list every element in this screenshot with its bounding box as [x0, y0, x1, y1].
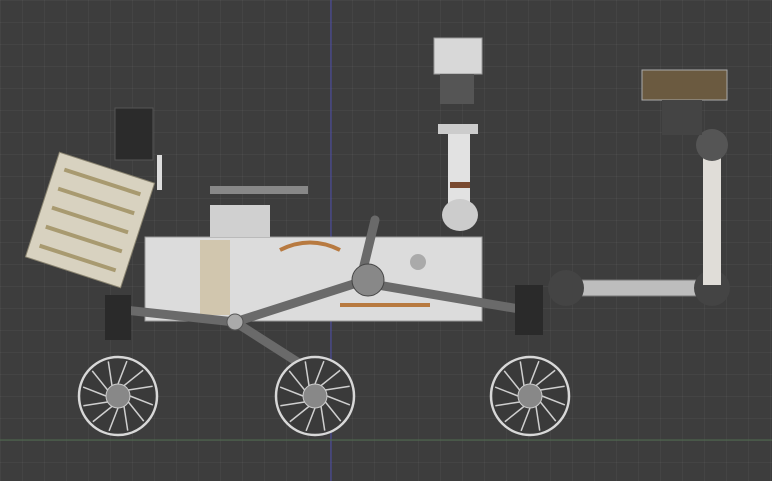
3d-viewport[interactable]	[0, 0, 772, 481]
rtg-panel	[24, 151, 156, 289]
robotic-arm	[548, 69, 730, 306]
viewport-scene	[0, 0, 772, 481]
mast	[433, 37, 483, 231]
antenna	[114, 107, 154, 161]
rover-model[interactable]	[24, 37, 730, 437]
